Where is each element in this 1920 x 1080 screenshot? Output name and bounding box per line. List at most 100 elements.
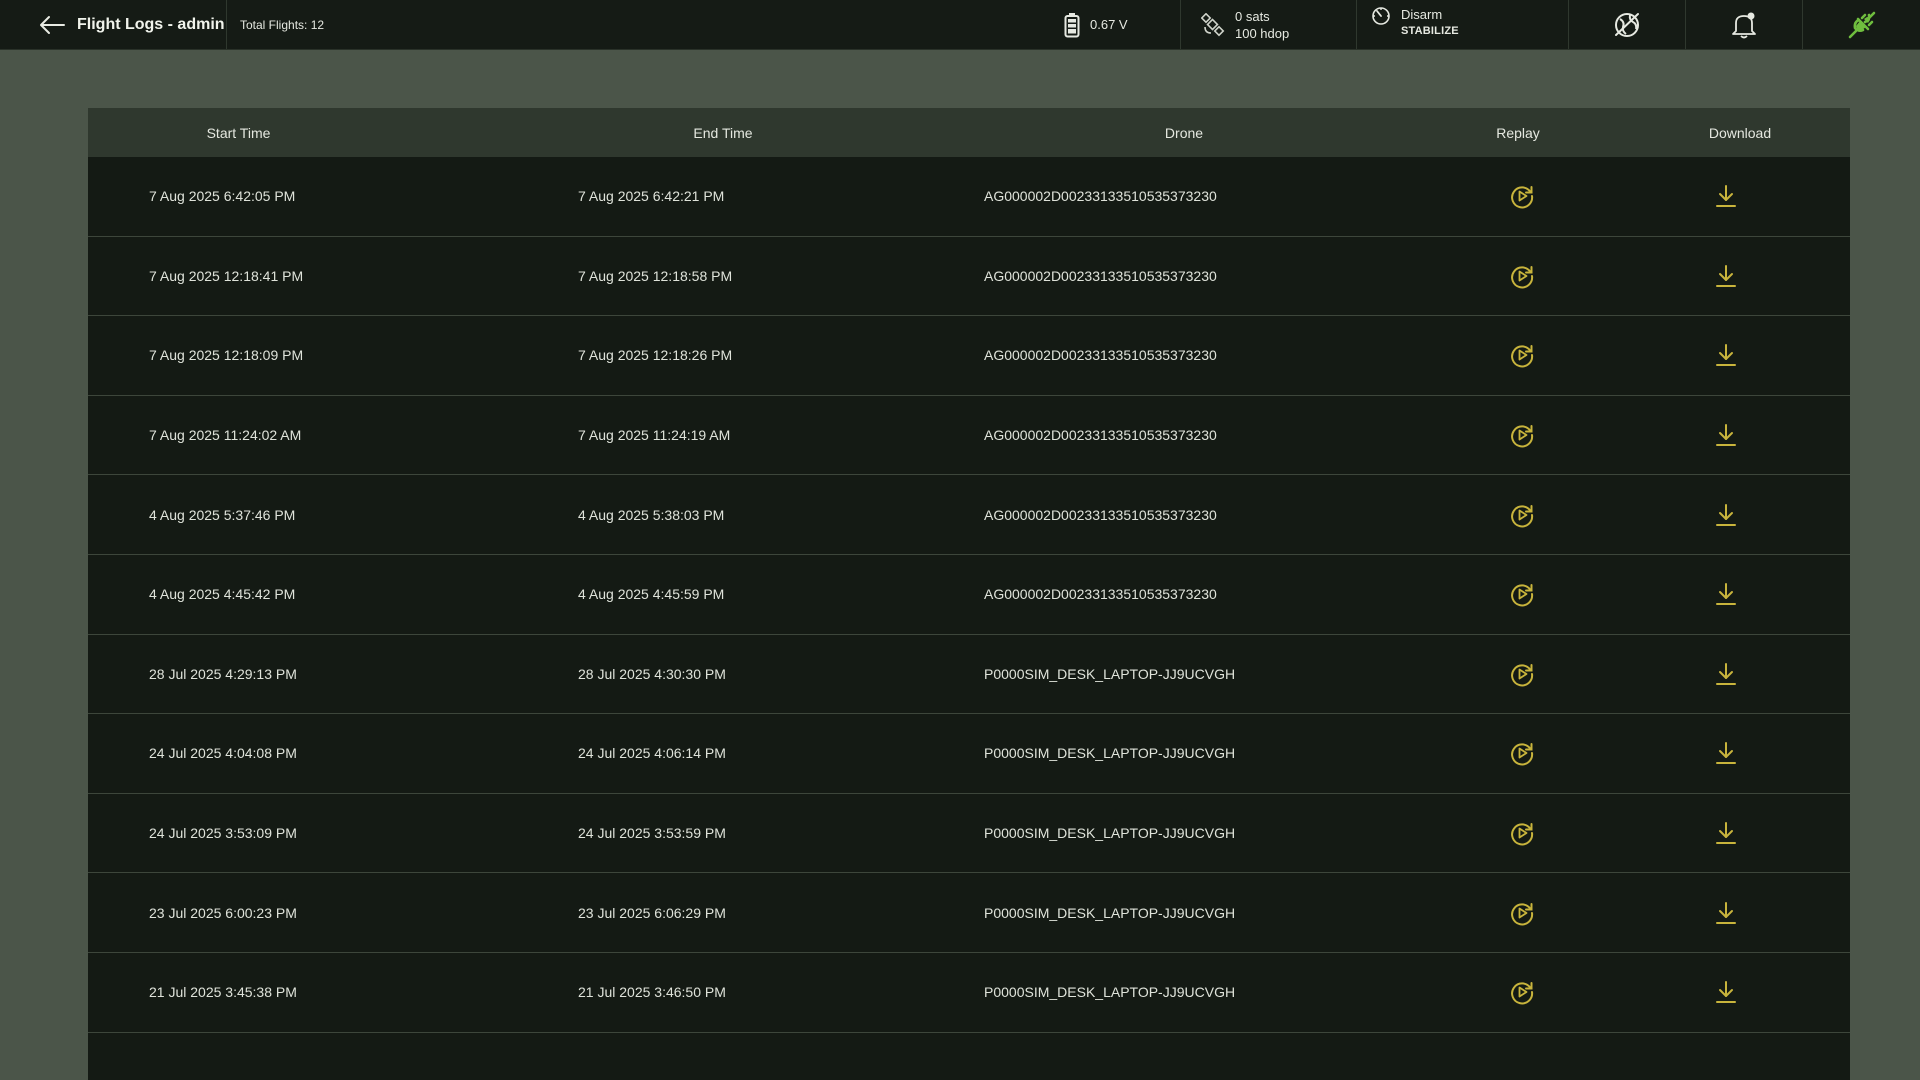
flight-logs-table: Start Time End Time Drone Replay Downloa… xyxy=(88,108,1850,1080)
drone-cell: P0000SIM_DESK_LAPTOP-JJ9UCVGH xyxy=(984,904,1236,921)
end-time-cell: 23 Jul 2025 6:06:29 PM xyxy=(578,904,726,921)
replay-button[interactable] xyxy=(1509,740,1535,766)
download-button[interactable] xyxy=(1715,980,1737,1004)
download-icon xyxy=(1716,981,1736,1004)
table-row: 28 Jul 2025 4:29:13 PM 28 Jul 2025 4:30:… xyxy=(88,635,1850,715)
replay-button[interactable] xyxy=(1509,422,1535,448)
replay-button[interactable] xyxy=(1509,183,1535,209)
replay-button[interactable] xyxy=(1509,661,1535,687)
column-header-replay: Replay xyxy=(1496,124,1540,141)
start-time-cell: 24 Jul 2025 4:04:08 PM xyxy=(149,745,297,762)
gps-readout: 0 sats 100 hdop xyxy=(1235,8,1289,42)
back-button[interactable] xyxy=(36,9,68,41)
gps-sats: 0 sats xyxy=(1235,8,1270,24)
end-time-cell: 7 Aug 2025 6:42:21 PM xyxy=(578,188,725,205)
download-icon xyxy=(1716,662,1736,685)
drone-cell: P0000SIM_DESK_LAPTOP-JJ9UCVGH xyxy=(984,745,1236,762)
download-button[interactable] xyxy=(1715,821,1737,845)
connection-button[interactable] xyxy=(1802,0,1920,49)
flight-mode: STABILIZE xyxy=(1401,25,1459,37)
drone-cell: P0000SIM_DESK_LAPTOP-JJ9UCVGH xyxy=(984,825,1236,842)
replay-icon xyxy=(1511,663,1534,687)
download-cell xyxy=(1630,503,1850,527)
start-time-cell: 21 Jul 2025 3:45:38 PM xyxy=(149,984,297,1001)
download-icon xyxy=(1716,901,1736,924)
download-cell xyxy=(1630,741,1850,765)
download-cell xyxy=(1630,901,1850,925)
download-button[interactable] xyxy=(1715,343,1737,367)
replay-button[interactable] xyxy=(1509,581,1535,607)
page-title: Flight Logs - admin xyxy=(77,15,225,33)
table-header: Start Time End Time Drone Replay Downloa… xyxy=(88,108,1850,157)
download-button[interactable] xyxy=(1715,503,1737,527)
download-button[interactable] xyxy=(1715,264,1737,288)
download-button[interactable] xyxy=(1715,662,1737,686)
download-button[interactable] xyxy=(1715,741,1737,765)
start-time-cell: 24 Jul 2025 3:53:09 PM xyxy=(149,825,297,842)
table-row: 21 Jul 2025 3:45:38 PM 21 Jul 2025 3:46:… xyxy=(88,953,1850,1033)
globe-off-icon xyxy=(1615,12,1639,37)
end-time-cell: 4 Aug 2025 4:45:59 PM xyxy=(578,586,725,603)
table-row: 7 Aug 2025 12:18:09 PM 7 Aug 2025 12:18:… xyxy=(88,316,1850,396)
replay-cell xyxy=(1406,263,1630,289)
replay-icon xyxy=(1511,504,1534,528)
start-time-cell: 4 Aug 2025 4:45:42 PM xyxy=(149,586,296,603)
replay-button[interactable] xyxy=(1509,900,1535,926)
download-cell xyxy=(1630,343,1850,367)
replay-button[interactable] xyxy=(1509,342,1535,368)
download-button[interactable] xyxy=(1715,582,1737,606)
download-button[interactable] xyxy=(1715,423,1737,447)
table-body: 7 Aug 2025 6:42:05 PM 7 Aug 2025 6:42:21… xyxy=(88,157,1850,1033)
end-time-cell: 7 Aug 2025 12:18:26 PM xyxy=(578,347,733,364)
plug-icon xyxy=(1848,11,1875,38)
arm-state: Disarm xyxy=(1401,7,1443,22)
end-time-cell: 21 Jul 2025 3:46:50 PM xyxy=(578,984,726,1001)
start-time-cell: 4 Aug 2025 5:37:46 PM xyxy=(149,506,296,523)
start-time-cell: 7 Aug 2025 11:24:02 AM xyxy=(149,427,302,444)
download-icon xyxy=(1716,264,1736,287)
drone-cell: AG000002D00233133510535373230 xyxy=(984,188,1217,205)
replay-button[interactable] xyxy=(1509,263,1535,289)
title-group: Flight Logs - admin xyxy=(0,0,227,49)
download-icon xyxy=(1716,742,1736,765)
end-time-cell: 7 Aug 2025 11:24:19 AM xyxy=(578,427,731,444)
replay-cell xyxy=(1406,502,1630,528)
end-time-cell: 4 Aug 2025 5:38:03 PM xyxy=(578,506,725,523)
download-icon xyxy=(1716,185,1736,208)
gps-status: 0 sats 100 hdop xyxy=(1180,0,1356,49)
replay-cell xyxy=(1406,342,1630,368)
end-time-cell: 7 Aug 2025 12:18:58 PM xyxy=(578,267,733,284)
flight-mode-status[interactable]: Disarm STABILIZE xyxy=(1356,0,1568,49)
replay-icon xyxy=(1511,902,1534,926)
map-toggle-button[interactable] xyxy=(1568,0,1685,49)
download-cell xyxy=(1630,662,1850,686)
replay-icon xyxy=(1511,186,1534,209)
replay-icon xyxy=(1511,823,1534,846)
notifications-button[interactable] xyxy=(1685,0,1802,49)
start-time-cell: 7 Aug 2025 12:18:09 PM xyxy=(149,347,304,364)
drone-cell: P0000SIM_DESK_LAPTOP-JJ9UCVGH xyxy=(984,665,1236,682)
download-cell xyxy=(1630,184,1850,208)
download-cell xyxy=(1630,980,1850,1004)
top-bar: Flight Logs - admin Total Flights: 12 0.… xyxy=(0,0,1920,50)
replay-icon xyxy=(1511,265,1534,289)
column-header-download: Download xyxy=(1708,124,1772,141)
download-icon xyxy=(1716,503,1736,526)
download-button[interactable] xyxy=(1715,901,1737,925)
arrow-left-icon xyxy=(40,15,65,34)
replay-button[interactable] xyxy=(1509,979,1535,1005)
download-button[interactable] xyxy=(1715,184,1737,208)
column-header-start-time: Start Time xyxy=(206,124,271,141)
replay-button[interactable] xyxy=(1509,502,1535,528)
replay-cell xyxy=(1406,900,1630,926)
replay-cell xyxy=(1406,820,1630,846)
replay-cell xyxy=(1406,183,1630,209)
replay-icon xyxy=(1511,982,1534,1005)
start-time-cell: 7 Aug 2025 6:42:05 PM xyxy=(149,188,296,205)
replay-icon xyxy=(1511,425,1534,448)
drone-cell: AG000002D00233133510535373230 xyxy=(984,586,1217,603)
drone-cell: AG000002D00233133510535373230 xyxy=(984,427,1217,444)
table-row: 24 Jul 2025 4:04:08 PM 24 Jul 2025 4:06:… xyxy=(88,714,1850,794)
replay-button[interactable] xyxy=(1509,820,1535,846)
end-time-cell: 24 Jul 2025 3:53:59 PM xyxy=(578,825,726,842)
